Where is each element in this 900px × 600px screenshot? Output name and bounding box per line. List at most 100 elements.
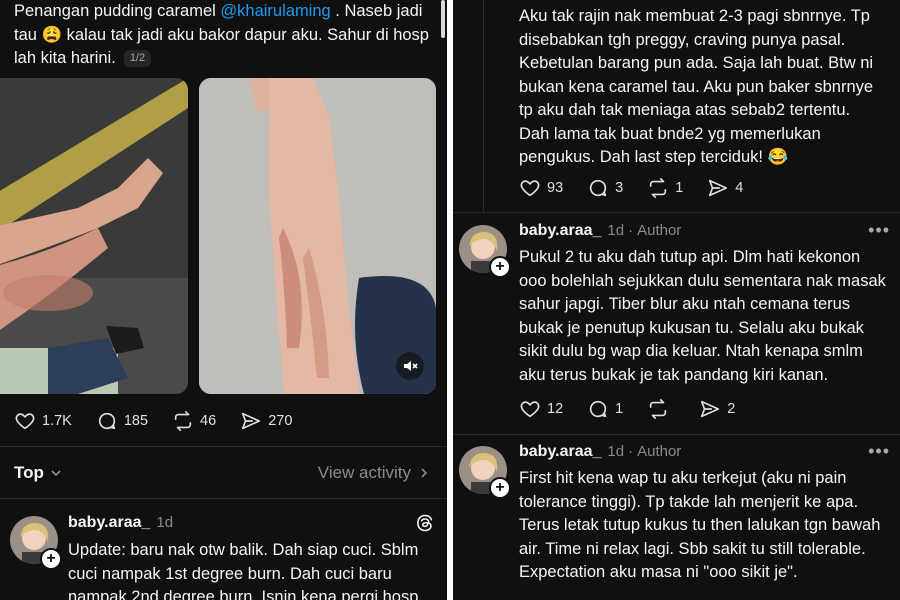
repost-button[interactable]: 46	[172, 410, 216, 432]
reply-text: Update: baru nak otw balik. Dah siap cuc…	[68, 539, 438, 600]
burned-arm-photo-2[interactable]	[199, 78, 436, 394]
heart-icon	[520, 401, 540, 418]
share-button[interactable]: 4	[707, 177, 743, 199]
share-count: 4	[735, 180, 744, 196]
reply-line: cuci nampak 1st degree burn. Dah cuci ba…	[68, 564, 392, 583]
thread-line	[483, 0, 484, 212]
reply-line: tolerance tinggi). Tp takde lah menjerit…	[519, 492, 859, 511]
divider	[453, 212, 900, 213]
share-count: 2	[727, 401, 736, 417]
reply-text: Aku tak rajin nak membuat 2-3 pagi sbnrn…	[519, 5, 899, 170]
reply-line: aku terus bukak je tak pandang kiri kana…	[519, 365, 829, 384]
reply-line: Kebetulan barang pun ada. Saja lah buat.…	[519, 54, 874, 72]
reply-line: bukan kena caramel tau. Aku pun baker sb…	[519, 77, 874, 96]
username[interactable]: baby.araa_	[519, 443, 601, 460]
chevron-down-icon	[51, 470, 61, 477]
comment-button[interactable]: 185	[96, 410, 148, 432]
mention-link[interactable]: @khairulaming	[220, 2, 330, 20]
reply-text: First hit kena wap tu aku terkejut (aku …	[519, 467, 899, 585]
post-caption: Penangan pudding caramel @khairulaming .…	[14, 0, 434, 71]
repost-icon	[650, 399, 667, 419]
reply-header: baby.araa_ 1d	[68, 514, 173, 532]
reply-header: baby.araa_ 1d · Author	[519, 443, 682, 460]
threads-logo-icon[interactable]	[415, 513, 435, 538]
more-options-icon[interactable]: •••	[868, 220, 890, 241]
divider	[0, 498, 447, 499]
timestamp: 1d	[156, 514, 174, 531]
like-count: 1.7K	[42, 413, 72, 429]
divider	[0, 446, 447, 447]
repost-count: 46	[200, 413, 217, 429]
reply-line: First hit kena wap tu aku terkejut (aku …	[519, 469, 847, 487]
view-activity-label: View activity	[317, 463, 411, 482]
caption-text: lah kita harini.	[14, 49, 116, 67]
reply-line: sahur japgi. Tiber blur aku ntah cemana …	[519, 295, 851, 313]
repost-icon	[174, 411, 192, 431]
caption-text: kalau tak jadi aku bakor dapur aku. Sahu…	[62, 25, 429, 44]
weary-face-emoji: 😩	[41, 25, 63, 44]
like-count: 12	[547, 401, 564, 417]
divider	[453, 434, 900, 435]
sort-dropdown[interactable]: Top	[14, 463, 63, 483]
comment-button[interactable]: 3	[587, 177, 623, 199]
speaker-muted-icon	[404, 361, 418, 371]
send-icon	[701, 400, 720, 418]
share-button[interactable]: 270	[240, 410, 292, 432]
photo-illustration	[0, 78, 188, 394]
follow-button[interactable]: +	[489, 256, 511, 278]
reply-line: pengukus. Dah last step terciduk!	[519, 148, 768, 166]
reply-line: ooo bolehlah sejukkan dulu sementara nak…	[519, 271, 886, 290]
reply-line: tp aku dah tak meniaga atas sebab2 terte…	[519, 101, 851, 119]
send-icon	[709, 179, 728, 197]
comment-button[interactable]: 1	[587, 398, 623, 420]
follow-button[interactable]: +	[40, 548, 62, 570]
post-actions: 1.7K 185 46 270	[14, 410, 316, 432]
reply-line: air. Time ni relax lagi. Sbb sakit tu st…	[519, 539, 866, 558]
reply-line: Pukul 2 tu aku dah tutup api. Dlm hati k…	[519, 248, 861, 266]
reply-line: bukak je penutup kukusan tu. Selalu aku …	[519, 318, 864, 337]
share-button[interactable]: 2	[699, 398, 735, 420]
burned-arm-photo-1[interactable]	[0, 78, 188, 394]
comment-icon	[98, 412, 116, 430]
like-button[interactable]: 12	[519, 398, 563, 420]
laughing-emoji: 😂	[767, 148, 789, 166]
sort-label: Top	[14, 463, 44, 482]
heart-icon	[520, 180, 540, 197]
caption-text: . Naseb jadi	[330, 2, 423, 20]
author-badge: Author	[637, 443, 682, 460]
repost-icon	[650, 178, 667, 198]
scrollbar[interactable]	[441, 0, 445, 38]
reply-header: baby.araa_ 1d · Author	[519, 222, 682, 239]
comment-count: 1	[615, 401, 624, 417]
view-activity-link[interactable]: View activity	[318, 463, 431, 483]
share-count: 270	[268, 413, 293, 429]
reply-line: disebabkan tgh preggy, craving punya pas…	[519, 30, 846, 49]
repost-button[interactable]	[647, 398, 675, 420]
caption-text: tau	[14, 25, 42, 44]
like-button[interactable]: 93	[519, 177, 563, 199]
author-badge: Author	[637, 222, 682, 239]
reply-line: Aku tak rajin nak membuat 2-3 pagi sbnrn…	[519, 7, 870, 25]
translation-page-indicator[interactable]: 1/2	[123, 50, 152, 67]
reply-line: Expectation aku masa ni "ooo sikit je".	[519, 563, 798, 581]
mute-button[interactable]	[396, 352, 424, 380]
reply-line: Update: baru nak otw balik. Dah siap cuc…	[68, 541, 419, 559]
reply-line: sikit dulu bg wap dia keluar. Ntah kenap…	[519, 342, 863, 360]
chevron-right-icon	[421, 468, 428, 478]
follow-button[interactable]: +	[489, 477, 511, 499]
threads-icon	[417, 514, 433, 532]
username[interactable]: baby.araa_	[68, 514, 150, 531]
reply-actions: 93 3 1 4	[519, 177, 767, 199]
username[interactable]: baby.araa_	[519, 222, 601, 239]
reply-line: nampak 2nd degree burn. Isnin kena pergi…	[68, 588, 419, 600]
comment-icon	[590, 179, 607, 197]
reply-line: Dah lama tak buat bnde2 yg memerlukan	[519, 124, 821, 143]
comment-icon	[590, 400, 607, 418]
reply-text: Pukul 2 tu aku dah tutup api. Dlm hati k…	[519, 246, 899, 387]
repost-button[interactable]: 1	[647, 177, 683, 199]
comment-count: 3	[615, 180, 624, 196]
reply-line: Terus letak tutup kukus tu then lalukan …	[519, 516, 881, 534]
more-options-icon[interactable]: •••	[868, 441, 890, 462]
like-button[interactable]: 1.7K	[14, 410, 72, 432]
photo-illustration	[199, 78, 436, 394]
